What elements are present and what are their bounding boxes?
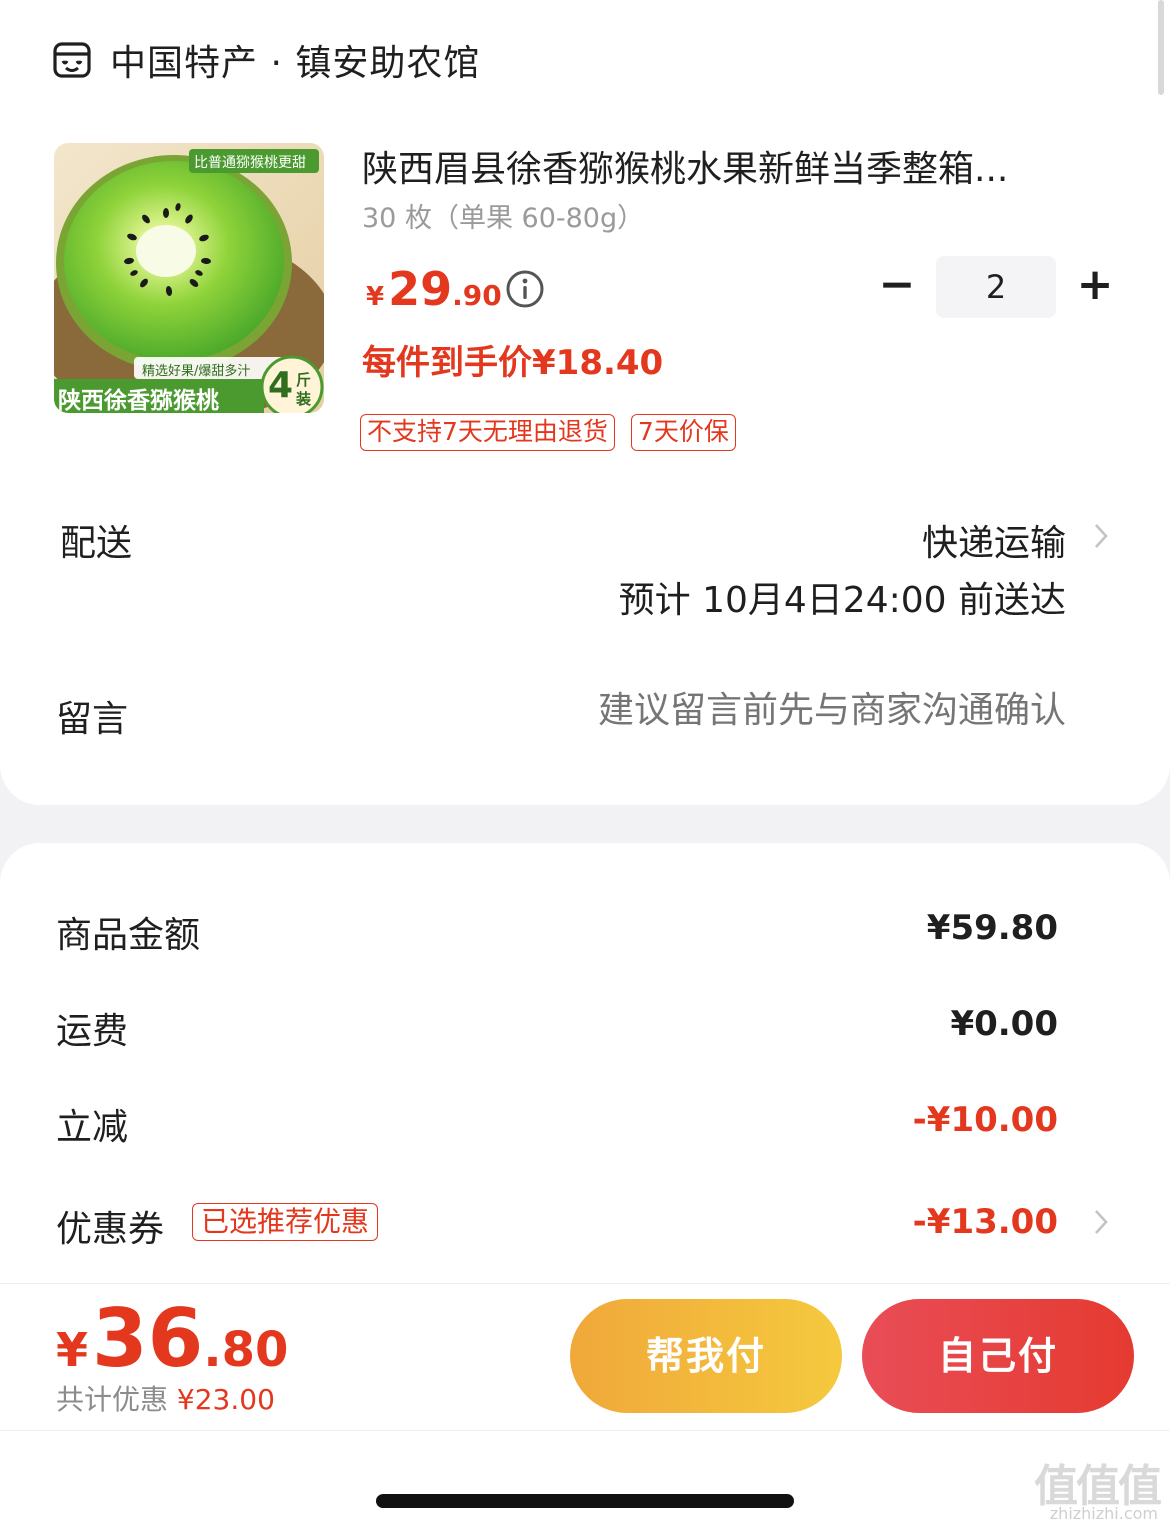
home-indicator[interactable] [376, 1494, 794, 1508]
tag-price-protect: 7天价保 [630, 414, 736, 451]
chevron-right-icon[interactable] [1093, 522, 1109, 550]
total-price: ¥ 36 .80 [56, 1292, 288, 1385]
price-integer: 29 [388, 262, 453, 316]
saving-label: 共计优惠 [56, 1383, 169, 1416]
bottom-divider [0, 1430, 1170, 1431]
message-label: 留言 [56, 699, 129, 740]
coupon-chevron-right-icon[interactable] [1093, 1208, 1109, 1236]
delivery-method[interactable]: 快递运输 [922, 514, 1066, 566]
unit-price: 每件到手价¥18.40 [362, 343, 664, 383]
goods-amount-value: ¥59.80 [926, 908, 1058, 948]
shop-icon [53, 42, 91, 78]
image-weight-num: 4 [268, 365, 294, 406]
saving-value: ¥23.00 [176, 1383, 275, 1416]
product-title[interactable]: 陕西眉县徐香猕猴桃水果新鲜当季整箱... [362, 140, 1082, 192]
shop-header[interactable]: 中国特产 · 镇安助农馆 [52, 36, 480, 84]
coupon-label[interactable]: 优惠券 [56, 1200, 164, 1252]
quantity-stepper: − 2 + [872, 256, 1122, 318]
total-symbol: ¥ [56, 1323, 89, 1377]
help-pay-button[interactable]: 帮我付 [570, 1299, 842, 1413]
quantity-value[interactable]: 2 [936, 256, 1056, 318]
scrollbar[interactable] [1158, 0, 1164, 95]
coupon-badge[interactable]: 已选推荐优惠 [192, 1203, 379, 1241]
self-pay-button[interactable]: 自己付 [862, 1299, 1134, 1413]
discount-label: 立减 [56, 1107, 129, 1148]
quantity-minus-button[interactable]: − [872, 256, 922, 318]
total-integer: 36 [92, 1292, 204, 1385]
message-input[interactable] [446, 690, 1066, 731]
tag-no-return: 不支持7天无理由退货 [360, 414, 615, 451]
product-price: ¥ 29 .90 [366, 262, 502, 316]
goods-amount-label: 商品金额 [56, 915, 201, 956]
shipping-value: ¥0.00 [950, 1004, 1058, 1044]
image-weight-unit-2: 装 [296, 390, 312, 408]
watermark: 值值值 zhizhizhi.com [1018, 1450, 1164, 1530]
image-caption: 陕西徐香猕猴桃 [58, 388, 219, 413]
image-badge-mid: 精选好果/爆甜多汁 [142, 364, 251, 379]
image-badge-top: 比普通猕猴桃更甜 [194, 155, 306, 171]
price-symbol: ¥ [366, 282, 385, 312]
watermark-url: zhizhizhi.com [1049, 1504, 1158, 1523]
shop-name: 中国特产 · 镇安助农馆 [110, 43, 481, 84]
delivery-label: 配送 [60, 523, 133, 564]
product-image[interactable]: 比普通猕猴桃更甜 精选好果/爆甜多汁 陕西徐香猕猴桃 4 斤 装 [54, 143, 324, 413]
service-tags: 不支持7天无理由退货 7天价保 [360, 414, 736, 451]
quantity-plus-button[interactable]: + [1070, 256, 1120, 318]
coupon-value[interactable]: -¥13.00 [913, 1202, 1058, 1242]
discount-value: -¥10.00 [912, 1100, 1058, 1140]
price-decimal: .90 [452, 279, 502, 312]
image-weight-unit-1: 斤 [296, 371, 312, 389]
info-icon[interactable] [505, 269, 545, 309]
delivery-eta: 预计 10月4日24:00 前送达 [618, 580, 1066, 621]
total-saving: 共计优惠 ¥23.00 [56, 1378, 275, 1418]
product-spec[interactable]: 30 枚（单果 60-80g） [362, 196, 644, 235]
total-decimal: .80 [203, 1322, 289, 1378]
shipping-label: 运费 [56, 1011, 129, 1052]
